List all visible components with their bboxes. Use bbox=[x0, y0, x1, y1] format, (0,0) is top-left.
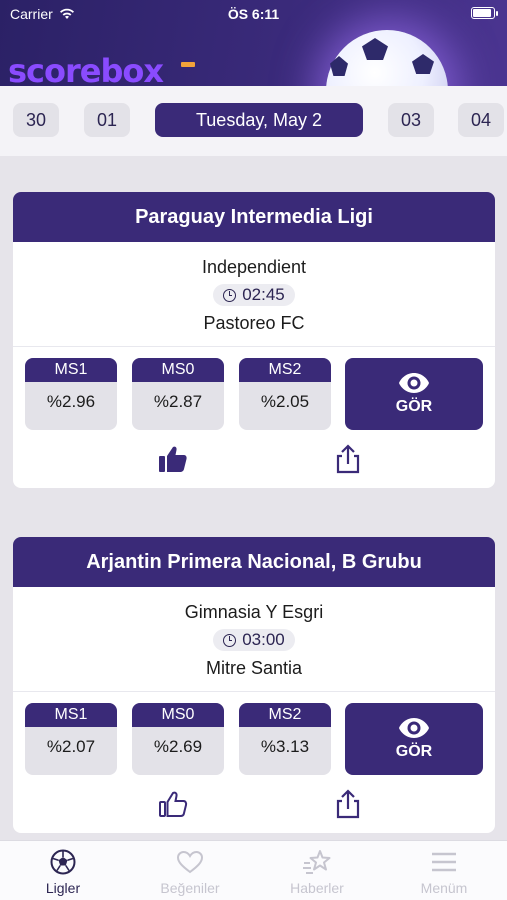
status-time: ÖS 6:11 bbox=[227, 6, 280, 22]
odd-label: MS1 bbox=[25, 358, 117, 382]
match-time-pill: 02:45 bbox=[213, 284, 295, 306]
odd-ms2[interactable]: MS2 %3.13 bbox=[239, 703, 331, 775]
like-button[interactable] bbox=[156, 442, 190, 476]
odd-value: %2.69 bbox=[153, 737, 203, 756]
date-chip-30[interactable]: 30 bbox=[13, 103, 59, 137]
tab-begeniler[interactable]: Beğeniler bbox=[127, 841, 253, 900]
share-button[interactable] bbox=[331, 442, 365, 476]
odd-value: %2.07 bbox=[46, 737, 96, 756]
scorebox-logo: scorebox bbox=[8, 52, 164, 86]
eye-icon bbox=[399, 373, 429, 393]
see-label: GÖR bbox=[395, 743, 433, 760]
date-chip-01[interactable]: 01 bbox=[84, 103, 130, 137]
tab-label: Ligler bbox=[45, 880, 81, 896]
see-match-button[interactable]: GÖR bbox=[345, 358, 483, 430]
odd-ms0[interactable]: MS0 %2.87 bbox=[132, 358, 224, 430]
card-divider bbox=[13, 346, 495, 347]
odd-value: %2.05 bbox=[260, 392, 310, 411]
tab-menum[interactable]: Menüm bbox=[381, 841, 507, 900]
match-time: 02:45 bbox=[242, 285, 285, 304]
away-team: Pastoreo FC bbox=[203, 313, 305, 333]
date-chip-03[interactable]: 03 bbox=[388, 103, 434, 137]
see-match-button[interactable]: GÖR bbox=[345, 703, 483, 775]
date-chip-04[interactable]: 04 bbox=[458, 103, 504, 137]
battery-icon bbox=[471, 7, 498, 19]
match-card: Arjantin Primera Nacional, B Grubu Gimna… bbox=[13, 537, 495, 833]
status-bar: Carrier ÖS 6:11 bbox=[0, 0, 507, 28]
like-button[interactable] bbox=[156, 787, 190, 821]
thumbs-up-filled-icon bbox=[159, 446, 187, 472]
date-chip-selected[interactable]: Tuesday, May 2 bbox=[155, 103, 363, 137]
share-icon bbox=[336, 789, 360, 819]
share-icon bbox=[336, 444, 360, 474]
logo-accent-tag bbox=[181, 62, 195, 67]
match-teams: Independient 02:45 Pastoreo FC bbox=[13, 242, 495, 336]
clock-icon bbox=[223, 633, 237, 647]
home-team: Gimnasia Y Esgri bbox=[184, 602, 324, 622]
match-teams: Gimnasia Y Esgri 03:00 Mitre Santia bbox=[13, 587, 495, 681]
thumbs-up-outline-icon bbox=[159, 791, 188, 817]
league-title: Arjantin Primera Nacional, B Grubu bbox=[13, 537, 495, 587]
tab-ligler[interactable]: Ligler bbox=[0, 841, 126, 900]
match-time-pill: 03:00 bbox=[213, 629, 295, 651]
soccer-ball-icon bbox=[50, 849, 76, 875]
match-card: Paraguay Intermedia Ligi Independient 02… bbox=[13, 192, 495, 488]
menu-icon bbox=[432, 852, 456, 872]
odd-label: MS0 bbox=[132, 703, 224, 727]
share-button[interactable] bbox=[331, 787, 365, 821]
odd-label: MS0 bbox=[132, 358, 224, 382]
odd-value: %2.96 bbox=[46, 392, 96, 411]
clock-icon bbox=[223, 288, 237, 302]
odds-row: MS1 %2.96 MS0 %2.87 MS2 %2.05 bbox=[25, 358, 331, 430]
odd-label: MS1 bbox=[25, 703, 117, 727]
odd-value: %3.13 bbox=[260, 737, 310, 756]
eye-icon bbox=[399, 718, 429, 738]
odd-ms1[interactable]: MS1 %2.07 bbox=[25, 703, 117, 775]
tab-bar: Ligler Beğeniler Haberler Menüm bbox=[0, 840, 507, 900]
date-selector: 30 01 Tuesday, May 2 03 04 bbox=[0, 86, 507, 156]
league-title: Paraguay Intermedia Ligi bbox=[13, 192, 495, 242]
odd-ms0[interactable]: MS0 %2.69 bbox=[132, 703, 224, 775]
see-label: GÖR bbox=[395, 398, 433, 415]
card-divider bbox=[13, 691, 495, 692]
odd-label: MS2 bbox=[239, 703, 331, 727]
odd-label: MS2 bbox=[239, 358, 331, 382]
match-time: 03:00 bbox=[242, 630, 285, 649]
tab-label: Beğeniler bbox=[160, 880, 220, 896]
app-header: Carrier ÖS 6:11 scorebox bbox=[0, 0, 507, 86]
odds-row: MS1 %2.07 MS0 %2.69 MS2 %3.13 bbox=[25, 703, 331, 775]
home-team: Independient bbox=[201, 257, 307, 277]
soccer-ball-graphic bbox=[326, 30, 448, 86]
away-team: Mitre Santia bbox=[205, 658, 303, 678]
odd-ms2[interactable]: MS2 %2.05 bbox=[239, 358, 331, 430]
tab-label: Menüm bbox=[420, 880, 468, 896]
odd-value: %2.87 bbox=[153, 392, 203, 411]
tab-haberler[interactable]: Haberler bbox=[254, 841, 380, 900]
star-icon bbox=[303, 850, 331, 874]
tab-label: Haberler bbox=[290, 880, 344, 896]
heart-icon bbox=[176, 850, 204, 874]
odd-ms1[interactable]: MS1 %2.96 bbox=[25, 358, 117, 430]
